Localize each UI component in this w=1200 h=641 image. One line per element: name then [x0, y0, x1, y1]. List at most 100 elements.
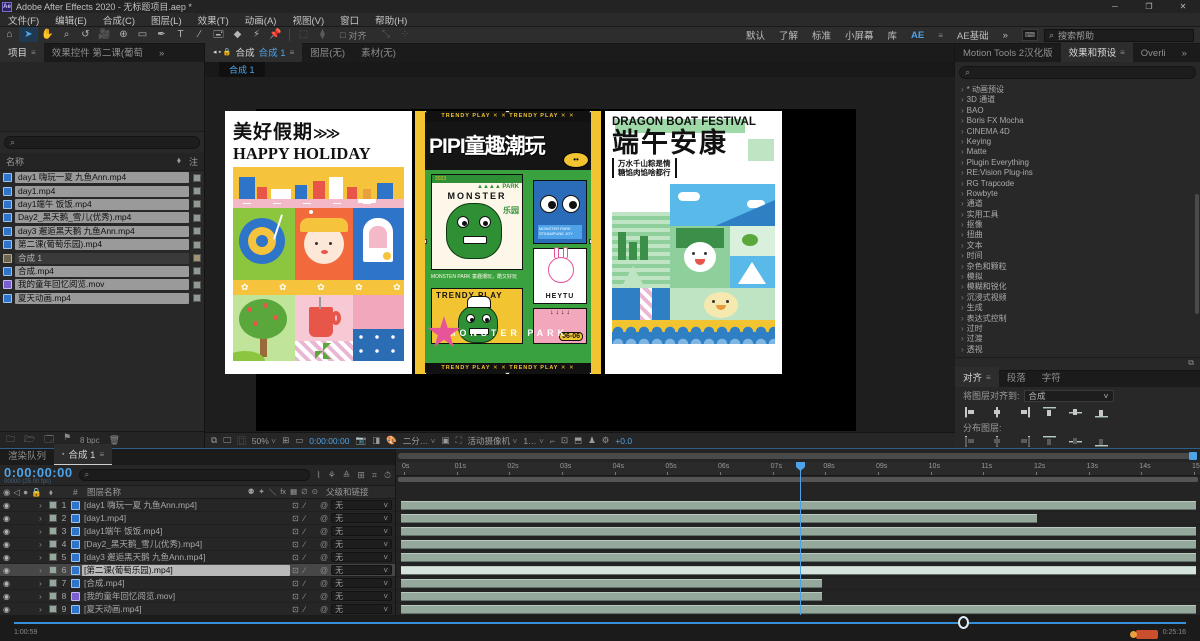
tab-effects-presets[interactable]: 效果和预设 ≡ — [1060, 42, 1133, 62]
poster-pipi-trendy-play[interactable]: TRENDY PLAY ✕ ✕ TRENDY PLAY ✕ ✕ PIPI童趣潮玩… — [415, 111, 601, 374]
layer-color-chip[interactable] — [49, 501, 57, 509]
tool-icon-4[interactable]: ↺ — [76, 27, 95, 43]
timeline-control-icon-1[interactable]: ⚘ — [328, 470, 336, 481]
timeline-control-icon-0[interactable]: ⌇ — [316, 470, 320, 481]
label-color-box[interactable] — [193, 173, 201, 182]
pickwhip-icon[interactable]: @ — [320, 592, 328, 601]
selection-handle[interactable] — [589, 372, 591, 374]
viewer-toolbar-item-9[interactable]: 🎨 — [386, 435, 397, 446]
layer-row[interactable]: ◉ › 1 [day1 嗨玩一夏 九鱼Ann.mp4] ⊡ ∕ @ 无 ˅ — [0, 499, 395, 512]
effect-category[interactable]: › 模拟 — [955, 272, 1200, 282]
effect-category[interactable]: › Keying — [955, 137, 1200, 147]
quality-icon[interactable]: ⊡ — [292, 527, 299, 536]
layer-duration-bar[interactable] — [401, 565, 1196, 575]
effect-category[interactable]: › 沉浸式视频 — [955, 293, 1200, 303]
menu-窗口[interactable]: 窗口 — [332, 13, 367, 27]
workspace-ae-basic[interactable]: AE基础 — [957, 28, 989, 42]
menu-动画(A)[interactable]: 动画(A) — [237, 13, 285, 27]
layer-row[interactable]: ◉ › 7 [合成.mp4] ⊡ ∕ @ 无 ˅ — [0, 577, 395, 590]
layer-row[interactable]: ◉ › 8 [我的童年回忆阅览.mov] ⊡ ∕ @ 无 ˅ — [0, 590, 395, 603]
quality-icon[interactable]: ⊡ — [292, 501, 299, 510]
snapping-toggle[interactable]: □ 对齐 — [340, 29, 366, 42]
eye-icon[interactable]: ◉ — [3, 553, 13, 562]
layer-color-chip[interactable] — [49, 514, 57, 522]
tool-icon-2[interactable]: ✋ — [38, 27, 57, 43]
restore-button[interactable]: ❐ — [1132, 0, 1166, 13]
workspace-小屏幕[interactable]: 小屏幕 — [845, 28, 874, 42]
tool-icon-14[interactable]: 📌 — [266, 27, 285, 43]
layer-duration-bar[interactable] — [401, 591, 823, 601]
effects-tabs-overflow[interactable]: » — [1174, 45, 1195, 62]
project-item[interactable]: day3 邂逅黑天鹅 九鱼Ann.mp4 — [0, 225, 204, 238]
effect-category[interactable]: › 抠像 — [955, 220, 1200, 230]
eye-icon[interactable]: ◉ — [3, 527, 13, 536]
viewer-toolbar-item-17[interactable]: ⬒ — [574, 435, 582, 446]
label-color-box[interactable] — [193, 240, 201, 249]
eye-icon[interactable]: ◉ — [3, 540, 13, 549]
effect-category[interactable]: › 实用工具 — [955, 210, 1200, 220]
tab-align[interactable]: 对齐 ≡ — [955, 367, 999, 387]
effect-category[interactable]: › 表达式控制 — [955, 314, 1200, 324]
viewer-toolbar-item-0[interactable]: ⧉ — [211, 435, 217, 446]
project-item[interactable]: 第二课(葡萄乐园).mp4 — [0, 238, 204, 251]
switch-column-icon-6[interactable]: ⊙ — [312, 487, 318, 498]
close-button[interactable]: ✕ — [1166, 0, 1200, 13]
layer-duration-bar[interactable] — [401, 539, 1196, 549]
effect-category[interactable]: › 杂色和颗粒 — [955, 262, 1200, 272]
selection-handle[interactable] — [505, 111, 510, 113]
quality-slash-icon[interactable]: ∕ — [304, 579, 305, 588]
effect-category[interactable]: › Matte — [955, 147, 1200, 157]
timeline-control-icon-3[interactable]: ⊞ — [357, 470, 365, 481]
tag-column-icon[interactable]: ⬧ — [177, 155, 181, 168]
layer-duration-bar[interactable] — [401, 513, 1037, 523]
timeline-control-icon-4[interactable]: ⌗ — [372, 470, 377, 481]
quality-slash-icon[interactable]: ∕ — [304, 540, 305, 549]
effect-category[interactable]: › 文本 — [955, 241, 1200, 251]
quality-icon[interactable]: ⊡ — [292, 605, 299, 614]
quality-slash-icon[interactable]: ∕ — [304, 566, 305, 575]
label-color-box[interactable] — [193, 254, 201, 263]
pickwhip-icon[interactable]: @ — [320, 514, 328, 523]
viewer-toolbar-item-8[interactable]: ◨ — [372, 435, 380, 446]
switch-column-icon-3[interactable]: fx — [280, 487, 286, 498]
tab-render-queue[interactable]: 渲染队列 — [0, 445, 54, 465]
parent-link-column[interactable]: 父级和链接 — [320, 486, 392, 498]
eye-icon[interactable]: ◉ — [3, 592, 13, 601]
layer-duration-bar[interactable] — [401, 552, 1196, 562]
pickwhip-icon[interactable]: @ — [320, 579, 328, 588]
viewer-toolbar-item-10[interactable]: 二分… — [403, 435, 436, 447]
parent-dropdown[interactable]: 无 ˅ — [331, 526, 392, 536]
parent-dropdown[interactable]: 无 ˅ — [331, 604, 392, 614]
layer-switches[interactable]: ⊡ ∕ — [292, 553, 318, 562]
layer-switches[interactable]: ⊡ ∕ — [292, 579, 318, 588]
viewer-stage[interactable]: 美好假期≫≫ HAPPY HOLIDAY ✿ ✿ ✿ ✿ ✿ TRENDY PL… — [205, 77, 955, 432]
eye-icon[interactable]: ◉ — [3, 579, 13, 588]
align-button-5[interactable] — [1095, 407, 1108, 418]
effect-category[interactable]: › 扭曲 — [955, 230, 1200, 240]
label-color-box[interactable] — [193, 187, 201, 196]
viewer-toolbar-item-11[interactable]: ▣ — [442, 435, 450, 446]
viewer-toolbar-item-14[interactable]: 1… — [523, 436, 544, 446]
layer-switches[interactable]: ⊡ ∕ — [292, 527, 318, 536]
selection-handle[interactable] — [589, 111, 591, 113]
chevron-right-icon[interactable]: › — [39, 591, 47, 601]
eye-icon[interactable]: ◉ — [3, 566, 13, 575]
tab-composition[interactable]: ◂ ▪ 🔒 合成 合成 1 ≡ — [205, 42, 303, 62]
tab-motion-tools[interactable]: Motion Tools 2汉化版 — [955, 42, 1061, 62]
minimize-button[interactable]: ─ — [1098, 0, 1132, 13]
eye-icon[interactable]: ◉ — [3, 501, 13, 510]
quality-slash-icon[interactable]: ∕ — [304, 553, 305, 562]
menu-效果(T)[interactable]: 效果(T) — [190, 13, 237, 27]
tab-project[interactable]: 项目 ≡ — [0, 42, 44, 62]
layer-color-chip[interactable] — [49, 605, 57, 613]
switch-column-icon-1[interactable]: ✦ — [258, 487, 264, 498]
playhead-line[interactable] — [800, 462, 801, 616]
tool-icon-1[interactable]: ➤ — [19, 27, 38, 43]
label-color-box[interactable] — [193, 213, 201, 222]
align-button-4[interactable] — [1069, 407, 1082, 418]
effect-category[interactable]: › Boris FX Mocha — [955, 116, 1200, 126]
tool-icon-6[interactable]: ⊕ — [114, 27, 133, 43]
workspace-默认[interactable]: 默认 — [746, 28, 765, 42]
layer-row[interactable]: ◉ › 2 [day1.mp4] ⊡ ∕ @ 无 ˅ — [0, 512, 395, 525]
viewer-toolbar-item-1[interactable]: 🖵 — [223, 435, 231, 446]
